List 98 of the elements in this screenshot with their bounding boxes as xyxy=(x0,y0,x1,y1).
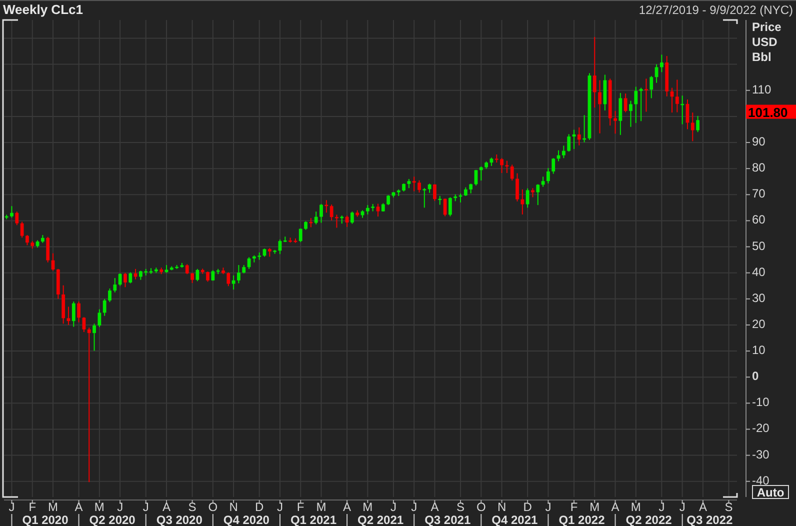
y-axis-label: 80 xyxy=(752,160,766,175)
quarter-label: Q1 2020 xyxy=(22,513,68,526)
candlestick xyxy=(660,54,664,73)
y-axis-label: -40 xyxy=(752,473,770,488)
quarter-label: Q3 2022 xyxy=(686,513,733,526)
candlestick xyxy=(26,234,29,246)
y-axis-label: -20 xyxy=(752,421,770,436)
x-axis-label: J xyxy=(658,500,665,514)
x-axis-label: A xyxy=(343,500,352,514)
price-tag: 101.80 xyxy=(746,104,796,120)
quarter-label: Q3 2020 xyxy=(156,513,202,526)
candlestick xyxy=(77,301,80,323)
y-axis-label: 20 xyxy=(752,316,766,331)
x-axis-label: J xyxy=(679,500,686,514)
x-axis-label: S xyxy=(456,500,465,514)
candlestick xyxy=(4,214,8,220)
y-axis-label: 110 xyxy=(752,82,772,96)
date-range: 12/27/2019 - 9/9/2022 (NYC) xyxy=(638,4,793,16)
x-axis-label: F xyxy=(570,500,578,514)
x-axis-label: M xyxy=(94,500,104,514)
x-axis-label: O xyxy=(476,500,486,514)
candlestick xyxy=(206,271,210,282)
x-axis-label: S xyxy=(724,500,733,514)
candlestick xyxy=(222,267,225,275)
candlestick xyxy=(335,214,338,228)
y-axis-label: 90 xyxy=(752,134,766,148)
candlestick xyxy=(124,272,127,288)
frame-corner xyxy=(723,493,738,498)
x-axis-label: A xyxy=(162,500,170,514)
x-axis-label: J xyxy=(390,500,396,514)
y-axis-label: 70 xyxy=(752,186,766,201)
x-axis-label: N xyxy=(497,500,506,514)
x-axis-label: J xyxy=(117,500,124,514)
x-axis-label: M xyxy=(590,500,600,514)
x-axis-label: J xyxy=(276,500,283,514)
x-axis-label: D xyxy=(255,500,264,514)
y-axis-label: 0 xyxy=(752,369,759,384)
candlestick xyxy=(304,220,308,230)
candlestick xyxy=(190,272,194,284)
candlestick xyxy=(108,288,112,303)
candlestick xyxy=(237,264,240,284)
quarter-label: Q1 2021 xyxy=(290,513,337,526)
candlestick xyxy=(418,180,421,194)
x-axis-label: J xyxy=(411,500,418,514)
x-axis-label: M xyxy=(362,500,373,514)
x-axis-label: S xyxy=(188,500,196,514)
x-axis-label: F xyxy=(28,500,36,514)
quarter-label: Q2 2020 xyxy=(89,513,136,526)
x-axis-label: J xyxy=(8,500,15,514)
y-axis-label: -30 xyxy=(752,447,770,462)
candlestick xyxy=(288,237,292,244)
quarter-label: Q2 2021 xyxy=(358,513,404,526)
y-axis-label: 50 xyxy=(752,238,766,253)
candlestick xyxy=(614,110,617,134)
quarter-label: Q1 2022 xyxy=(558,513,605,526)
quarter-label: Q4 2021 xyxy=(492,513,538,526)
candlestick xyxy=(516,172,519,202)
candlestick xyxy=(139,270,142,280)
candlestick xyxy=(696,115,700,133)
x-axis-label: A xyxy=(430,500,439,514)
chart-title: Weekly CLc1 xyxy=(3,3,83,16)
auto-button[interactable]: Auto xyxy=(752,485,789,500)
x-axis-label: M xyxy=(630,500,641,514)
x-axis-label: N xyxy=(229,500,238,514)
quarter-label: Q3 2021 xyxy=(424,513,471,526)
x-axis-label: J xyxy=(545,500,552,514)
candlestick xyxy=(629,100,632,128)
y-axis-label: -10 xyxy=(752,395,770,410)
candlestick xyxy=(92,323,96,352)
candlestick xyxy=(484,161,488,170)
y-axis-title: Price USD Bbl xyxy=(752,20,782,64)
candlestick xyxy=(546,168,550,184)
candlestick xyxy=(41,234,44,244)
y-axis-label: 10 xyxy=(752,343,766,358)
x-axis-label: A xyxy=(698,500,707,514)
candlestick xyxy=(320,204,323,224)
x-axis-label: D xyxy=(523,500,532,514)
candlestick xyxy=(644,78,648,112)
candlestick xyxy=(531,188,534,198)
candlestick xyxy=(500,158,504,174)
y-axis-label: 40 xyxy=(752,264,766,279)
x-axis-label: M xyxy=(48,500,58,514)
candlestick xyxy=(386,194,390,206)
quarter-label: Q2 2022 xyxy=(626,513,672,526)
quarter-label: Q4 2020 xyxy=(223,513,270,526)
y-axis-label: 30 xyxy=(752,290,766,305)
candlestick xyxy=(433,184,436,202)
candlestick xyxy=(598,80,602,134)
x-axis-label: A xyxy=(611,500,620,514)
candlestick xyxy=(10,206,14,218)
x-axis-label: J xyxy=(142,500,149,514)
frame-corner xyxy=(723,19,738,24)
y-axis-label: 60 xyxy=(752,212,766,227)
x-axis-label: M xyxy=(316,500,326,514)
x-axis-label: F xyxy=(296,500,304,514)
x-axis-label: O xyxy=(208,500,218,514)
candlestick xyxy=(350,211,354,224)
x-axis-label: A xyxy=(74,500,83,514)
